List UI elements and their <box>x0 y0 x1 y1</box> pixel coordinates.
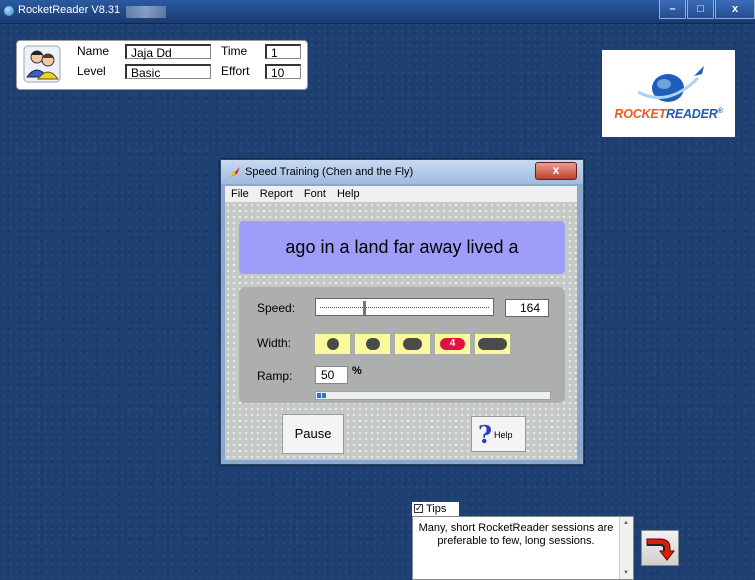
tips-panel: Many, short RocketReader sessions are pr… <box>412 516 634 580</box>
logo-text: ROCKETREADER® <box>604 107 733 121</box>
window-controls: – □ x <box>658 0 755 19</box>
dialog-title: Speed Training (Chen and the Fly) <box>245 166 414 178</box>
width-option-4[interactable]: 4 <box>435 334 470 354</box>
controls-panel: Speed: 164 Width: 4 Ramp: 50 % <box>239 287 565 403</box>
rocket-icon <box>230 167 240 177</box>
speed-slider[interactable] <box>315 298 494 316</box>
speed-training-dialog: Speed Training (Chen and the Fly) x File… <box>220 159 584 465</box>
speed-slider-thumb[interactable] <box>363 301 366 315</box>
width-5-icon <box>478 338 507 350</box>
menu-help[interactable]: Help <box>337 188 360 200</box>
user-info-panel: Name Jaja Dd Level Basic Time 1 Effort 1… <box>16 40 308 90</box>
redo-arrow-icon <box>646 538 676 561</box>
logo-swoosh-icon <box>637 66 704 102</box>
width-option-5[interactable] <box>475 334 510 354</box>
dialog-close-button[interactable]: x <box>535 162 577 180</box>
minimize-button[interactable]: – <box>659 0 686 19</box>
question-icon: ? <box>478 420 493 449</box>
dialog-titlebar[interactable]: Speed Training (Chen and the Fly) x <box>221 160 583 184</box>
width-label: Width: <box>257 336 292 350</box>
logo-registered-mark: ® <box>717 107 723 115</box>
menu-report[interactable]: Report <box>260 188 293 200</box>
app-icon <box>4 6 14 16</box>
time-label: Time <box>221 44 248 58</box>
titlebar-thumbnail <box>126 6 166 18</box>
menu-font[interactable]: Font <box>304 188 326 200</box>
effort-label: Effort <box>221 64 250 78</box>
width-option-3[interactable] <box>395 334 430 354</box>
tips-checkbox[interactable]: ✓ <box>414 504 423 513</box>
level-label: Level <box>77 64 106 78</box>
width-option-1[interactable] <box>315 334 350 354</box>
width-2-icon <box>366 338 380 350</box>
width-option-2[interactable] <box>355 334 390 354</box>
app-titlebar: RocketReader V8.31 – □ x <box>0 0 755 24</box>
app-title: RocketReader V8.31 <box>18 4 121 16</box>
width-3-icon <box>403 338 422 350</box>
scroll-down-icon[interactable]: ▼ <box>623 570 629 576</box>
level-field[interactable]: Basic <box>125 64 211 80</box>
help-button-label: Help <box>494 430 513 440</box>
name-label: Name <box>77 44 110 58</box>
scroll-up-icon[interactable]: ▲ <box>623 520 629 526</box>
logo-text-reader: READER <box>666 107 718 121</box>
ramp-progress-bar <box>315 391 551 400</box>
slider-guide <box>320 307 489 308</box>
dialog-menubar: File Report Font Help <box>225 186 577 203</box>
help-button[interactable]: ? Help <box>471 416 526 452</box>
speed-label: Speed: <box>257 301 296 315</box>
redo-button[interactable] <box>641 530 679 566</box>
ramp-label: Ramp: <box>257 369 293 383</box>
ramp-value-field[interactable]: 50 <box>315 366 348 384</box>
menu-file[interactable]: File <box>231 188 249 200</box>
ramp-progress-fill <box>317 393 326 398</box>
width-4-selected: 4 <box>440 338 465 350</box>
pause-button[interactable]: Pause <box>282 414 344 454</box>
tips-text: Many, short RocketReader sessions are pr… <box>418 522 614 547</box>
reading-text-display: ago in a land far away lived a <box>239 221 565 274</box>
logo-text-rocket: ROCKET <box>614 107 666 121</box>
users-icon <box>23 45 61 83</box>
close-button[interactable]: x <box>715 0 755 19</box>
maximize-button[interactable]: □ <box>687 0 714 19</box>
tips-label: Tips <box>426 503 447 515</box>
width-1-icon <box>327 338 339 350</box>
dialog-body: ago in a land far away lived a Speed: 16… <box>225 202 577 460</box>
ramp-unit: % <box>352 365 362 377</box>
tips-toggle[interactable]: ✓ Tips <box>412 502 459 516</box>
rocketreader-logo: ROCKETREADER® <box>602 50 735 137</box>
tips-scrollbar[interactable]: ▲ ▼ <box>619 517 633 579</box>
speed-value-field[interactable]: 164 <box>505 299 549 317</box>
name-field[interactable]: Jaja Dd <box>125 44 211 60</box>
time-field[interactable]: 1 <box>265 44 301 60</box>
effort-field[interactable]: 10 <box>265 64 301 80</box>
